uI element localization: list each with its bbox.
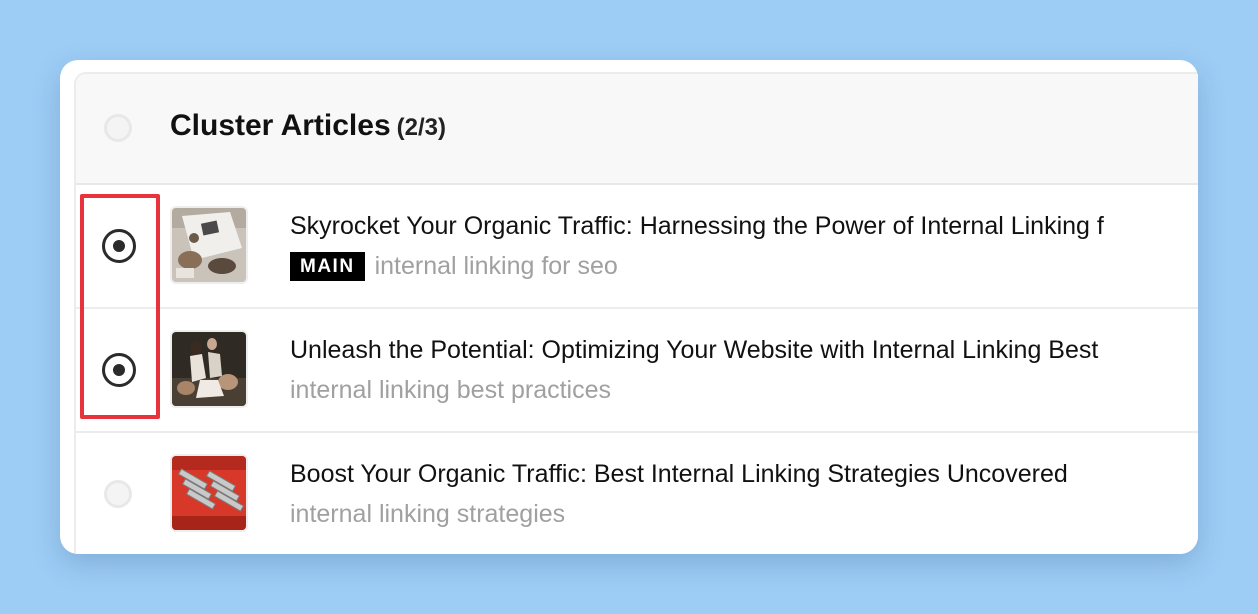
article-title[interactable]: Unleash the Potential: Optimizing Your W…	[290, 336, 1098, 365]
desk-photo-icon	[172, 208, 246, 282]
article-title[interactable]: Skyrocket Your Organic Traffic: Harnessi…	[290, 212, 1104, 241]
header-title-text: Cluster Articles	[170, 109, 391, 142]
article-row[interactable]: Unleash the Potential: Optimizing Your W…	[76, 309, 1198, 433]
main-badge: MAIN	[290, 251, 365, 281]
article-row[interactable]: Boost Your Organic Traffic: Best Interna…	[76, 433, 1198, 554]
article-thumbnail	[170, 454, 248, 532]
cluster-header: Cluster Articles (2/3)	[76, 74, 1198, 185]
article-subline: internal linking best practices	[290, 375, 611, 405]
page-title: Cluster Articles (2/3)	[170, 109, 446, 143]
article-thumbnail	[170, 206, 248, 284]
article-subline: MAIN internal linking for seo	[290, 251, 618, 281]
article-keyword: internal linking best practices	[290, 375, 611, 404]
article-select-radio[interactable]	[102, 229, 136, 263]
article-subline: internal linking strategies	[290, 499, 565, 529]
cluster-articles-card: Cluster Articles (2/3) Skyrocket Your Org…	[60, 60, 1198, 554]
article-thumbnail	[170, 330, 248, 408]
article-keyword: internal linking for seo	[374, 251, 618, 280]
select-all-radio[interactable]	[104, 114, 132, 142]
spools-photo-icon	[172, 456, 246, 530]
people-photo-icon	[172, 332, 246, 406]
article-select-radio[interactable]	[102, 353, 136, 387]
article-title[interactable]: Boost Your Organic Traffic: Best Interna…	[290, 460, 1068, 489]
header-count: (2/3)	[396, 114, 446, 141]
article-select-radio[interactable]	[104, 480, 132, 508]
cluster-articles-panel: Cluster Articles (2/3) Skyrocket Your Org…	[74, 72, 1198, 554]
article-keyword: internal linking strategies	[290, 499, 566, 528]
article-row[interactable]: Skyrocket Your Organic Traffic: Harnessi…	[76, 185, 1198, 309]
